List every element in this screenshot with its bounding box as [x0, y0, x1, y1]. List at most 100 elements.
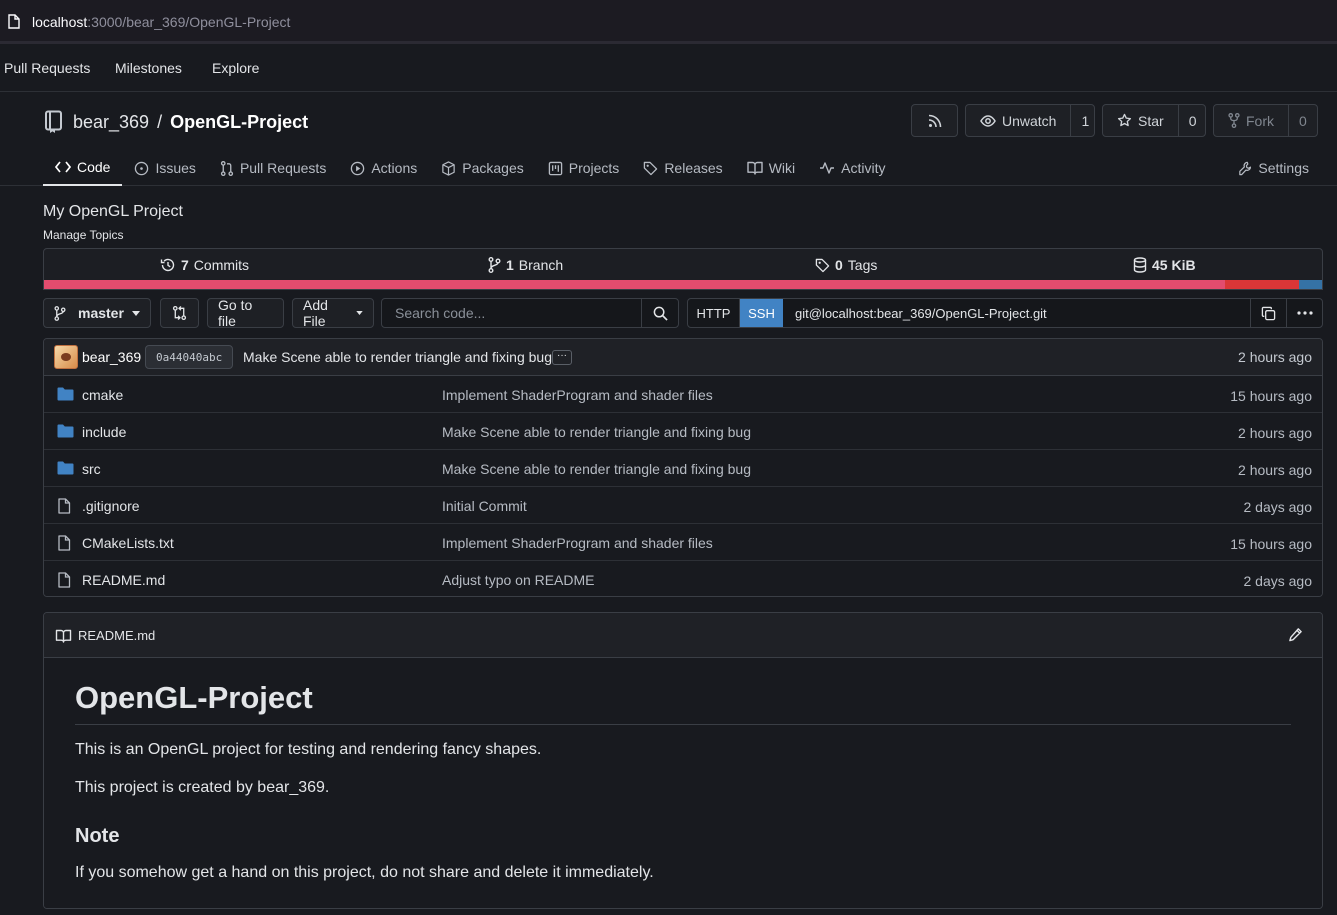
tab-packages[interactable]: Packages: [429, 150, 535, 186]
fork-label: Fork: [1246, 112, 1274, 129]
book-icon: [55, 629, 72, 643]
readme-title[interactable]: README.md: [55, 628, 155, 643]
compare-branches-button[interactable]: [160, 298, 199, 328]
project-icon: [548, 161, 563, 176]
repo-owner-link[interactable]: bear_369: [73, 112, 149, 133]
tags-count: 0: [835, 257, 843, 273]
repo-header: bear_369 / OpenGL-Project Unwatch 1 Star…: [0, 92, 1337, 186]
ssh-tab[interactable]: SSH: [740, 299, 783, 327]
fork-count[interactable]: 0: [1288, 105, 1317, 136]
tag-icon: [815, 258, 830, 273]
file-commit-message-link[interactable]: Make Scene able to render triangle and f…: [442, 424, 751, 440]
tab-code[interactable]: Code: [43, 150, 123, 186]
more-options-button[interactable]: [1286, 299, 1322, 327]
repo-stats-bar: 7 Commits 1 Branch 0 Tags 45 KiB: [43, 248, 1323, 290]
http-tab[interactable]: HTTP: [688, 299, 740, 327]
rss-feed-button[interactable]: [911, 104, 958, 137]
browser-url-bar[interactable]: localhost:3000/bear_369/OpenGL-Project: [0, 0, 1337, 44]
commits-label: Commits: [193, 257, 250, 273]
pull-request-icon: [220, 160, 234, 176]
search-code-input[interactable]: [382, 299, 641, 327]
database-icon: [1133, 257, 1147, 273]
tab-wiki[interactable]: Wiki: [735, 150, 807, 186]
file-commit-message-link[interactable]: Adjust typo on README: [442, 572, 595, 588]
nav-pull-requests[interactable]: Pull Requests: [4, 60, 90, 76]
tab-releases[interactable]: Releases: [631, 150, 734, 186]
language-segment-3: [1299, 280, 1322, 289]
star-button[interactable]: Star: [1103, 105, 1178, 136]
file-list: bear_369 0a44040abc Make Scene able to r…: [43, 338, 1323, 597]
tab-label: Packages: [462, 160, 524, 176]
file-commit-time: 2 days ago: [1243, 499, 1313, 515]
file-name-link[interactable]: .gitignore: [82, 498, 140, 514]
file-name-link[interactable]: include: [82, 424, 126, 440]
tab-projects[interactable]: Projects: [536, 150, 632, 186]
branch-name: master: [78, 305, 124, 321]
clone-url-field[interactable]: git@localhost:bear_369/OpenGL-Project.gi…: [783, 299, 1250, 327]
search-button[interactable]: [641, 299, 678, 327]
add-file-button[interactable]: Add File: [292, 297, 374, 329]
fork-button[interactable]: Fork: [1214, 105, 1288, 136]
fork-button-group: Fork 0: [1213, 104, 1318, 137]
latest-commit-header: bear_369 0a44040abc Make Scene able to r…: [44, 339, 1322, 376]
star-count[interactable]: 0: [1177, 105, 1207, 136]
issue-icon: [134, 161, 149, 176]
tab-issues[interactable]: Issues: [122, 150, 207, 186]
branch-selector[interactable]: master: [43, 298, 151, 328]
manage-topics-link[interactable]: Manage Topics: [43, 228, 124, 242]
file-commit-message-link[interactable]: Initial Commit: [442, 498, 527, 514]
tags-stat[interactable]: 0 Tags: [815, 257, 877, 273]
file-name-link[interactable]: cmake: [82, 387, 123, 403]
commit-sha-button[interactable]: 0a44040abc: [145, 345, 234, 369]
compare-icon: [172, 305, 187, 321]
file-name-link[interactable]: src: [82, 461, 101, 477]
repo-name-link[interactable]: OpenGL-Project: [170, 112, 308, 133]
tags-label: Tags: [847, 257, 878, 273]
tab-actions[interactable]: Actions: [338, 150, 429, 186]
file-name-link[interactable]: README.md: [82, 572, 165, 588]
avatar[interactable]: [54, 345, 78, 369]
add-file-label: Add File: [303, 297, 328, 329]
tab-settings[interactable]: Settings: [1238, 150, 1309, 186]
go-to-file-button[interactable]: Go to file: [207, 297, 284, 329]
branches-count: 1: [506, 257, 514, 273]
expand-commit-message-button[interactable]: ···: [552, 350, 572, 365]
commit-message-link[interactable]: Make Scene able to render triangle and f…: [243, 349, 552, 365]
folder-icon: [57, 461, 74, 475]
book-icon: [746, 161, 763, 175]
watch-button-group: Unwatch 1: [965, 104, 1095, 137]
file-commit-message-link[interactable]: Implement ShaderProgram and shader files: [442, 535, 713, 551]
table-row: README.md Adjust typo on README 2 days a…: [44, 561, 1322, 596]
settings-label: Settings: [1258, 160, 1309, 176]
top-navigation: Pull Requests Milestones Explore: [0, 44, 1337, 92]
tab-label: Activity: [841, 160, 886, 176]
edit-readme-button[interactable]: [1288, 627, 1303, 642]
tab-activity[interactable]: Activity: [807, 150, 897, 186]
commits-count: 7: [181, 257, 189, 273]
file-commit-message-link[interactable]: Implement ShaderProgram and shader files: [442, 387, 713, 403]
commits-stat[interactable]: 7 Commits: [160, 257, 249, 273]
table-row: .gitignore Initial Commit 2 days ago: [44, 487, 1322, 524]
code-icon: [55, 161, 71, 173]
commit-author-link[interactable]: bear_369: [82, 349, 141, 365]
readme-panel: README.md OpenGL-Project This is an Open…: [43, 612, 1323, 909]
nav-explore[interactable]: Explore: [212, 60, 259, 76]
copy-icon: [1261, 306, 1276, 321]
file-name-link[interactable]: CMakeLists.txt: [82, 535, 174, 551]
watch-count[interactable]: 1: [1070, 105, 1099, 136]
unwatch-button[interactable]: Unwatch: [966, 105, 1070, 136]
file-commit-message-link[interactable]: Make Scene able to render triangle and f…: [442, 461, 751, 477]
play-icon: [350, 161, 365, 176]
copy-url-button[interactable]: [1250, 299, 1286, 327]
url-text[interactable]: localhost:3000/bear_369/OpenGL-Project: [32, 14, 290, 30]
readme-filename: README.md: [78, 628, 156, 643]
history-icon: [160, 257, 176, 273]
rss-icon: [928, 114, 942, 128]
branches-stat[interactable]: 1 Branch: [488, 257, 563, 273]
nav-milestones[interactable]: Milestones: [115, 60, 182, 76]
page-icon: [8, 14, 20, 29]
tab-pull-requests[interactable]: Pull Requests: [208, 150, 338, 186]
branches-label: Branch: [518, 257, 564, 273]
file-commit-time: 15 hours ago: [1230, 536, 1312, 552]
file-commit-time: 2 days ago: [1243, 573, 1313, 589]
